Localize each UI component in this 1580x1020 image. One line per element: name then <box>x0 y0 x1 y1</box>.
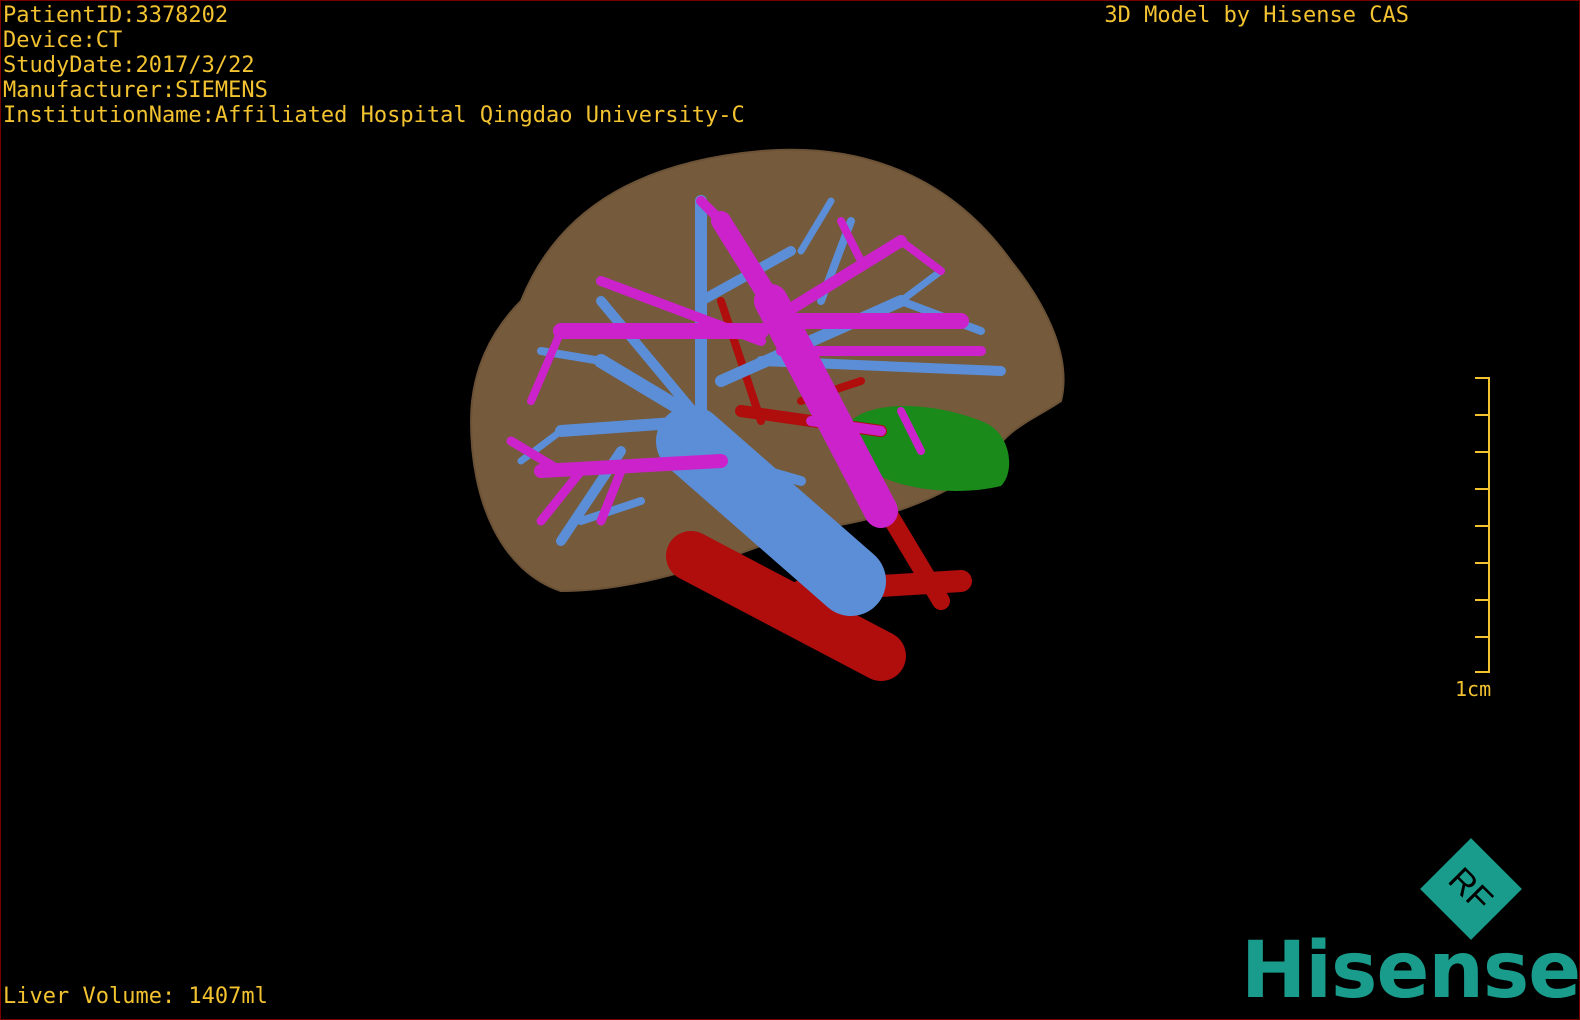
scale-bar <box>1475 377 1490 673</box>
liver-3d-model[interactable] <box>1 1 1580 1020</box>
device-text: Device:CT <box>3 28 123 53</box>
manufacturer-text: Manufacturer:SIEMENS <box>3 78 268 103</box>
scale-label: 1cm <box>1455 677 1492 701</box>
model-title: 3D Model by Hisense CAS <box>1104 3 1409 28</box>
3d-viewport[interactable]: PatientID:3378202 Device:CT StudyDate:20… <box>0 0 1580 1020</box>
institution-text: InstitutionName:Affiliated Hospital Qing… <box>3 103 745 128</box>
study-info: PatientID:3378202 Device:CT StudyDate:20… <box>3 3 745 128</box>
liver-volume-text: Liver Volume: 1407ml <box>3 984 268 1009</box>
brand-logo: Hisense <box>1241 926 1580 1016</box>
patient-id-text: PatientID:3378202 <box>3 3 229 28</box>
study-date-text: StudyDate:2017/3/22 <box>3 53 255 78</box>
